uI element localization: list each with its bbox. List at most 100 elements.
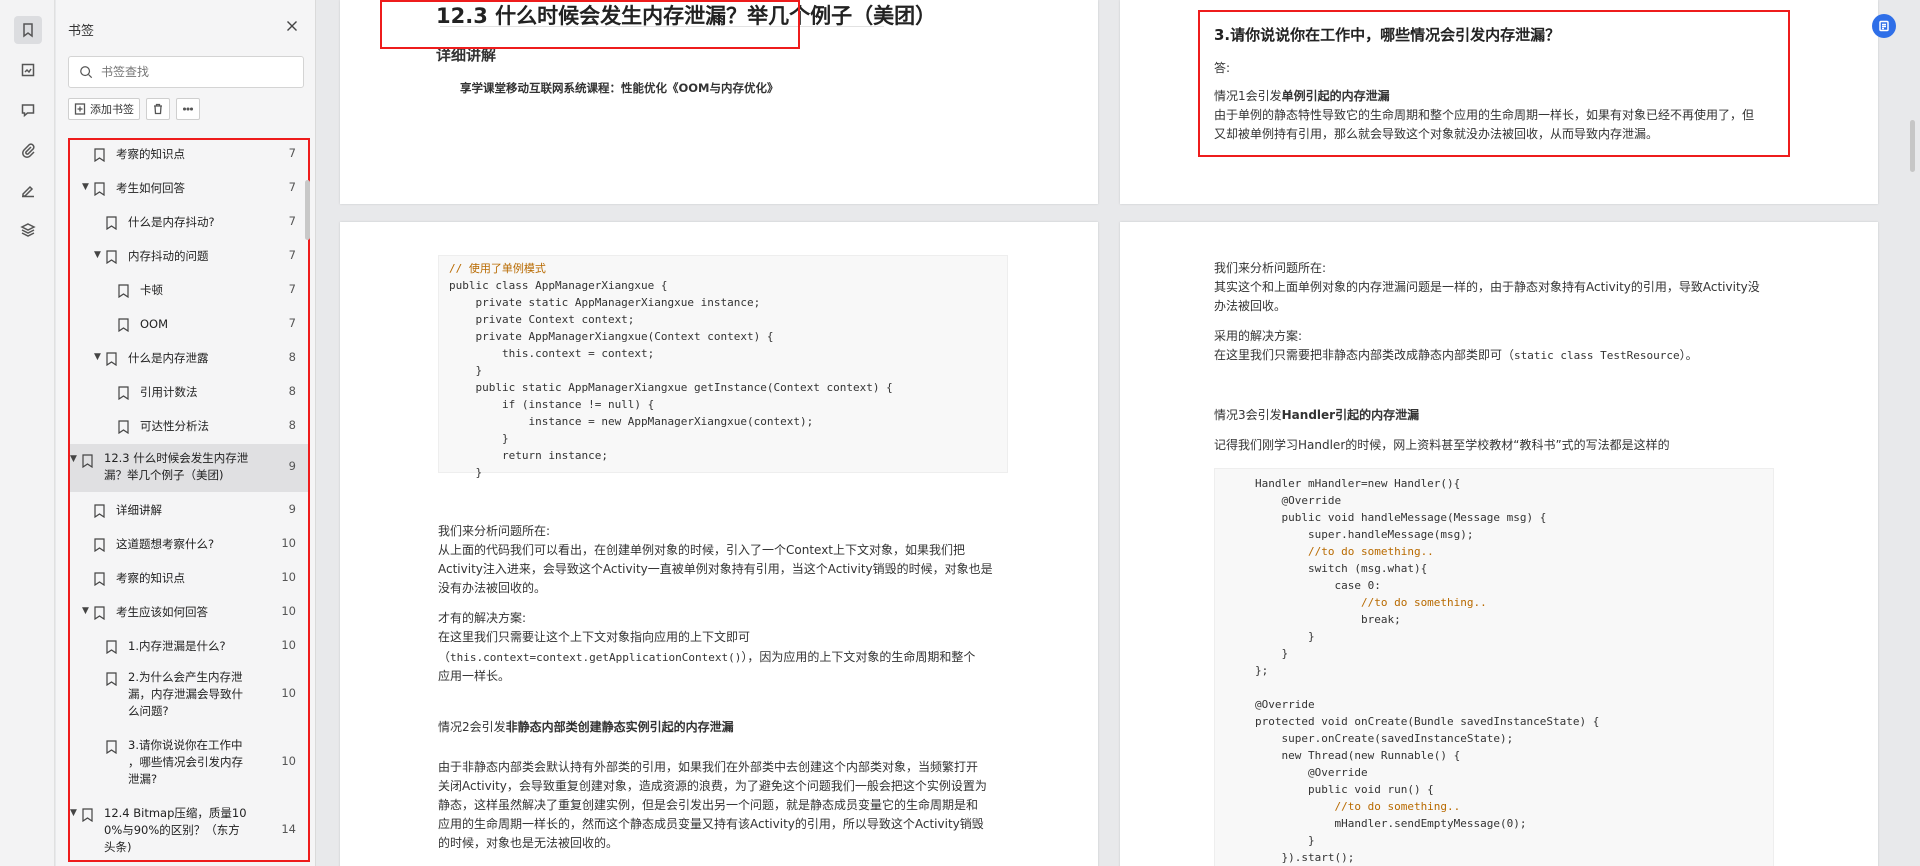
bookmark-icon xyxy=(118,420,129,434)
code-line: @Override xyxy=(1255,766,1368,779)
bookmark-page: 9 xyxy=(288,502,296,516)
attachment-tab-icon[interactable] xyxy=(14,136,42,164)
bookmark-item[interactable]: 这道题想考察什么? 10 xyxy=(70,530,308,560)
case3-title: 情况3会引发Handler引起的内存泄漏 xyxy=(1214,406,1419,425)
bookmark-item-selected[interactable]: ▼ 12.3 什么时候会发生内存泄 漏？举几个例子（美团) 9 xyxy=(70,444,308,492)
thumbnail-tab-icon[interactable] xyxy=(14,56,42,84)
case2-prefix: 情况2会引发 xyxy=(438,720,506,734)
panel-scrollbar[interactable] xyxy=(305,180,310,240)
more-icon xyxy=(182,107,194,111)
bookmark-page: 7 xyxy=(288,248,296,262)
bookmark-toolbar: 添加书签 xyxy=(68,98,200,120)
analysis-title: 我们来分析问题所在: xyxy=(438,524,551,538)
analysis-line2: 办法被回收。 xyxy=(1214,299,1287,313)
code-line: public void run() { xyxy=(1255,783,1434,796)
solution-title: 才有的解决方案: xyxy=(438,611,527,625)
highlight-box xyxy=(380,0,800,49)
bookmark-item[interactable]: OOM 7 xyxy=(70,310,308,340)
solution-line1: 在这里我们只需要让这个上下文对象指向应用的上下文即可 xyxy=(438,630,751,644)
code-line: public void handleMessage(Message msg) { xyxy=(1255,511,1547,524)
sidebar-rail xyxy=(0,0,55,866)
bookmark-icon xyxy=(94,504,105,518)
solution-line: 在这里我们只需要把非静态内部类改成静态内部类即可（static class Te… xyxy=(1214,346,1698,365)
bookmark-item[interactable]: ▼ 内存抖动的问题 7 xyxy=(70,242,308,272)
case2-line5: 的时候，对象也是无法被回收的。 xyxy=(438,836,619,850)
bookmark-label: 详细讲解 xyxy=(116,503,162,517)
trash-icon xyxy=(154,103,162,115)
bookmark-page: 8 xyxy=(288,384,296,398)
highlight-box xyxy=(1198,10,1790,157)
expand-arrow-icon[interactable]: ▼ xyxy=(70,454,77,464)
case2-line1: 由于非静态内部类会默认持有外部类的引用，如果我们在外部类中去创建这个内部类对象，… xyxy=(438,760,979,774)
bookmark-item[interactable]: 考察的知识点 7 xyxy=(70,140,308,170)
bookmark-label-line2: 漏，内存泄漏会导致什 xyxy=(128,687,243,701)
bookmark-item[interactable]: ▼ 考生如何回答 7 xyxy=(70,174,308,204)
bookmark-page: 9 xyxy=(288,459,296,473)
expand-arrow-icon[interactable]: ▼ xyxy=(82,182,89,192)
solution-code: this.context=context.getApplicationConte… xyxy=(450,651,742,664)
bookmark-item[interactable]: 1.内存泄漏是什么? 10 xyxy=(70,632,308,662)
code-line: private static AppManagerXiangxue instan… xyxy=(449,296,761,309)
signature-tab-icon[interactable] xyxy=(14,176,42,204)
bookmark-item[interactable]: 考察的知识点 10 xyxy=(70,564,308,594)
case2-line4: 应用的生命周期一样长的，然而这个静态成员变量又持有该Activity的引用，所以… xyxy=(438,817,984,831)
bookmark-label: 考察的知识点 xyxy=(116,571,185,585)
code-line: } xyxy=(449,466,483,479)
case3-prefix: 情况3会引发 xyxy=(1214,408,1282,422)
bookmark-item[interactable]: 卡顿 7 xyxy=(70,276,308,306)
bookmark-item[interactable]: 2.为什么会产生内存泄 漏，内存泄漏会导致什 么问题? 10 xyxy=(70,666,308,726)
bookmark-item[interactable]: 详细讲解 9 xyxy=(70,496,308,526)
bookmark-icon xyxy=(118,386,129,400)
bookmark-tab-icon[interactable] xyxy=(14,16,42,44)
more-options-button[interactable] xyxy=(176,98,200,120)
expand-arrow-icon[interactable]: ▼ xyxy=(94,352,101,362)
bookmark-label: 考察的知识点 xyxy=(116,147,185,161)
bookmark-item[interactable]: ▼ 12.4 Bitmap压缩，质量10 0%与90%的区别？（东方 头条) 1… xyxy=(70,802,308,860)
expand-arrow-icon[interactable]: ▼ xyxy=(82,606,89,616)
bookmark-page: 10 xyxy=(281,638,296,652)
bookmark-label: OOM xyxy=(140,317,169,331)
code-line: new Thread(new Runnable() { xyxy=(1255,749,1461,762)
bookmark-icon xyxy=(82,808,93,822)
bookmark-page: 14 xyxy=(281,822,296,836)
code-line: }; xyxy=(1255,664,1269,677)
expand-arrow-icon[interactable]: ▼ xyxy=(94,250,101,260)
comment-tab-icon[interactable] xyxy=(14,96,42,124)
bookmark-item[interactable]: 可达性分析法 8 xyxy=(70,412,308,442)
bookmark-page: 7 xyxy=(288,180,296,194)
solution-code: static class TestResource xyxy=(1514,349,1680,362)
expand-arrow-icon[interactable]: ▼ xyxy=(70,808,77,818)
bookmark-search[interactable] xyxy=(68,56,304,88)
code-line: public static AppManagerXiangxue getInst… xyxy=(449,381,893,394)
bookmark-label-line2: 漏？举几个例子（美团) xyxy=(104,468,224,482)
bookmark-item[interactable]: ▼ 什么是内存泄露 8 xyxy=(70,344,308,374)
code-line: }).start(); xyxy=(1255,851,1355,864)
add-bookmark-button[interactable]: 添加书签 xyxy=(68,98,140,120)
bookmark-page: 8 xyxy=(288,418,296,432)
code-line: //to do something.. xyxy=(1255,596,1487,609)
bookmark-icon xyxy=(118,318,129,332)
bookmark-item[interactable]: ▼ 考生应该如何回答 10 xyxy=(70,598,308,628)
document-scrollbar[interactable] xyxy=(1910,120,1915,172)
course-line: 享学课堂移动互联网系统课程：性能优化《OOM与内存优化》 xyxy=(460,81,779,95)
code-line: @Override xyxy=(1255,494,1342,507)
code-line: } xyxy=(449,432,509,445)
code-line: switch (msg.what){ xyxy=(1255,562,1428,575)
layers-tab-icon[interactable] xyxy=(14,216,42,244)
solution-line-start: 在这里我们只需要把非静态内部类改成静态内部类即可（ xyxy=(1214,348,1515,362)
bookmark-item[interactable]: 3.请你说说你在工作中 ，哪些情况会引发内存 泄漏? 10 xyxy=(70,734,308,794)
code-line: //to do something.. xyxy=(1255,545,1434,558)
bookmark-label-line2: 0%与90%的区别？（东方 xyxy=(104,823,240,837)
case2-line3: 静态，这样虽然解决了重复创建实例，但是会引发出另一个问题，就是静态成员变量它的生… xyxy=(438,798,979,812)
code-line: } xyxy=(1255,630,1315,643)
bookmark-item[interactable]: 什么是内存抖动? 7 xyxy=(70,208,308,238)
floating-action-button[interactable] xyxy=(1872,14,1896,38)
delete-bookmark-button[interactable] xyxy=(146,98,170,120)
search-input[interactable] xyxy=(101,65,281,79)
bookmark-icon xyxy=(94,538,105,552)
close-icon[interactable] xyxy=(284,18,300,34)
bookmark-page: 7 xyxy=(288,282,296,296)
solution-line-end: ）。 xyxy=(1679,348,1698,362)
bookmark-item[interactable]: 引用计数法 8 xyxy=(70,378,308,408)
code-line: } xyxy=(449,364,483,377)
